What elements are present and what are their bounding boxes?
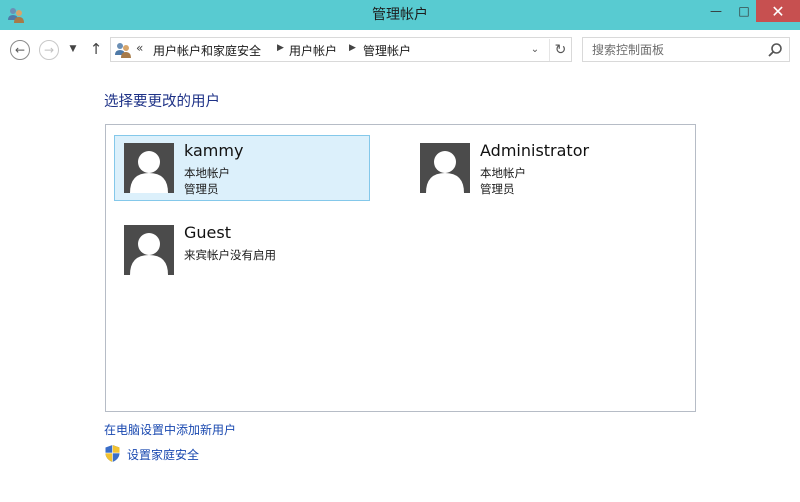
user-role: 管理员	[184, 182, 219, 196]
add-user-link[interactable]: 在电脑设置中添加新用户	[104, 421, 236, 438]
address-bar[interactable]: « 用户帐户和家庭安全 ▶ 用户帐户 ▶ 管理帐户 ⌄ ↻	[110, 37, 572, 62]
user-name: Administrator	[480, 141, 590, 160]
breadcrumb-family-safety[interactable]: 用户帐户和家庭安全	[153, 42, 261, 59]
recent-locations-button[interactable]: ▼	[67, 42, 79, 56]
navigation-bar: ← → ▼ ↑ « 用户帐户和家庭安全 ▶ 用户帐户 ▶ 管理帐户 ⌄ ↻	[0, 30, 800, 68]
minimize-button[interactable]: —	[702, 0, 730, 22]
user-silhouette-icon	[420, 143, 470, 193]
user-account-type: 本地帐户	[184, 166, 230, 180]
title-bar: 管理帐户 — □ ✕	[0, 0, 800, 30]
breadcrumb-overflow-icon[interactable]: «	[136, 41, 143, 55]
user-silhouette-icon	[124, 225, 174, 275]
breadcrumb-manage-accounts[interactable]: 管理帐户	[363, 42, 411, 59]
address-dropdown-icon[interactable]: ⌄	[528, 42, 542, 58]
search-input[interactable]	[583, 38, 763, 61]
refresh-button[interactable]: ↻	[549, 39, 571, 61]
control-panel-users-icon	[115, 43, 131, 58]
breadcrumb-user-accounts[interactable]: 用户帐户	[289, 42, 337, 59]
window-title: 管理帐户	[372, 7, 428, 23]
breadcrumb-separator-icon[interactable]: ▶	[349, 43, 356, 53]
breadcrumb-separator-icon[interactable]: ▶	[277, 43, 284, 53]
user-status: 来宾帐户没有启用	[184, 248, 276, 262]
up-button[interactable]: ↑	[88, 39, 104, 59]
forward-button[interactable]: →	[39, 40, 59, 60]
back-button[interactable]: ←	[10, 40, 30, 60]
user-name: Guest	[184, 223, 231, 242]
user-tile-administrator[interactable]: Administrator 本地帐户 管理员	[410, 135, 666, 201]
family-safety-link[interactable]: 设置家庭安全	[127, 446, 199, 463]
user-name: kammy	[184, 141, 244, 160]
user-role: 管理员	[480, 182, 515, 196]
search-box[interactable]	[582, 37, 790, 62]
user-tile-kammy[interactable]: kammy 本地帐户 管理员	[114, 135, 370, 201]
close-button[interactable]: ✕	[756, 0, 800, 22]
user-silhouette-icon	[124, 143, 174, 193]
user-list: kammy 本地帐户 管理员 Administrator 本地帐户 管理员 Gu…	[105, 124, 696, 412]
uac-shield-icon	[105, 445, 120, 462]
user-tile-guest[interactable]: Guest 来宾帐户没有启用	[114, 217, 370, 283]
search-icon[interactable]	[767, 42, 783, 58]
page-title: 选择要更改的用户	[104, 94, 220, 110]
maximize-button[interactable]: □	[730, 0, 758, 22]
user-account-type: 本地帐户	[480, 166, 526, 180]
